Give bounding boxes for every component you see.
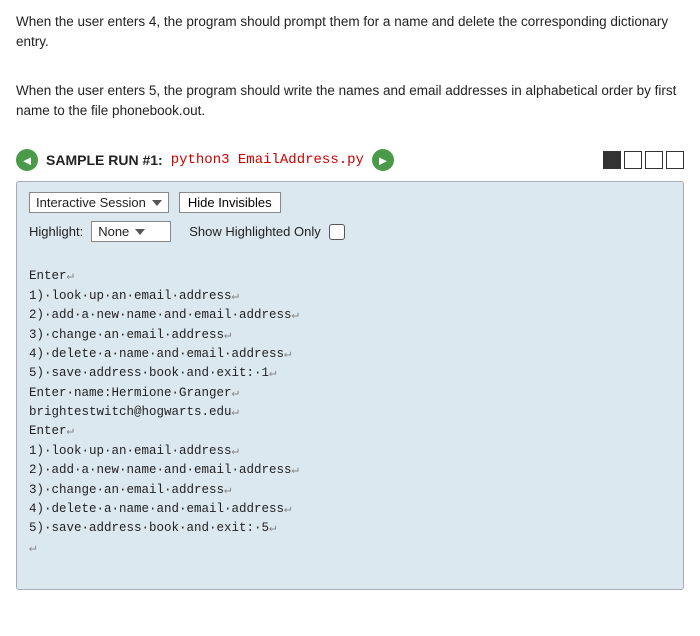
highlight-select[interactable]: None <box>91 221 171 242</box>
right-arrow-button[interactable]: ► <box>372 149 394 171</box>
sample-run-header: ◄ SAMPLE RUN #1: python3 EmailAddress.py… <box>16 149 684 171</box>
window-control-2 <box>624 151 642 169</box>
highlight-label: Highlight: <box>29 224 83 239</box>
left-arrow-button[interactable]: ◄ <box>16 149 38 171</box>
sample-run-code: python3 EmailAddress.py <box>171 152 364 168</box>
terminal-container: Interactive Session Hide Invisibles High… <box>16 181 684 590</box>
session-dropdown[interactable]: Interactive Session <box>29 192 169 213</box>
session-label: Interactive Session <box>36 195 146 210</box>
window-control-1 <box>603 151 621 169</box>
window-controls <box>603 151 684 169</box>
window-control-3 <box>645 151 663 169</box>
line-1: Enter↵ 1)·look·up·an·email·address↵ 2)·a… <box>29 269 299 554</box>
description-para2: When the user enters 5, the program shou… <box>16 81 684 122</box>
terminal-output: Enter↵ 1)·look·up·an·email·address↵ 2)·a… <box>29 248 671 577</box>
sample-run-label: SAMPLE RUN #1: <box>46 152 163 168</box>
session-dropdown-arrow-icon <box>152 200 162 206</box>
terminal-toolbar: Interactive Session Hide Invisibles <box>29 192 671 213</box>
window-control-4 <box>666 151 684 169</box>
show-highlighted-label: Show Highlighted Only <box>189 224 321 239</box>
highlight-value: None <box>98 224 129 239</box>
highlight-dropdown-arrow-icon <box>135 229 145 235</box>
description-para1: When the user enters 4, the program shou… <box>16 12 684 53</box>
highlight-row: Highlight: None Show Highlighted Only <box>29 221 671 242</box>
show-highlighted-checkbox[interactable] <box>329 224 345 240</box>
hide-invisibles-button[interactable]: Hide Invisibles <box>179 192 281 213</box>
